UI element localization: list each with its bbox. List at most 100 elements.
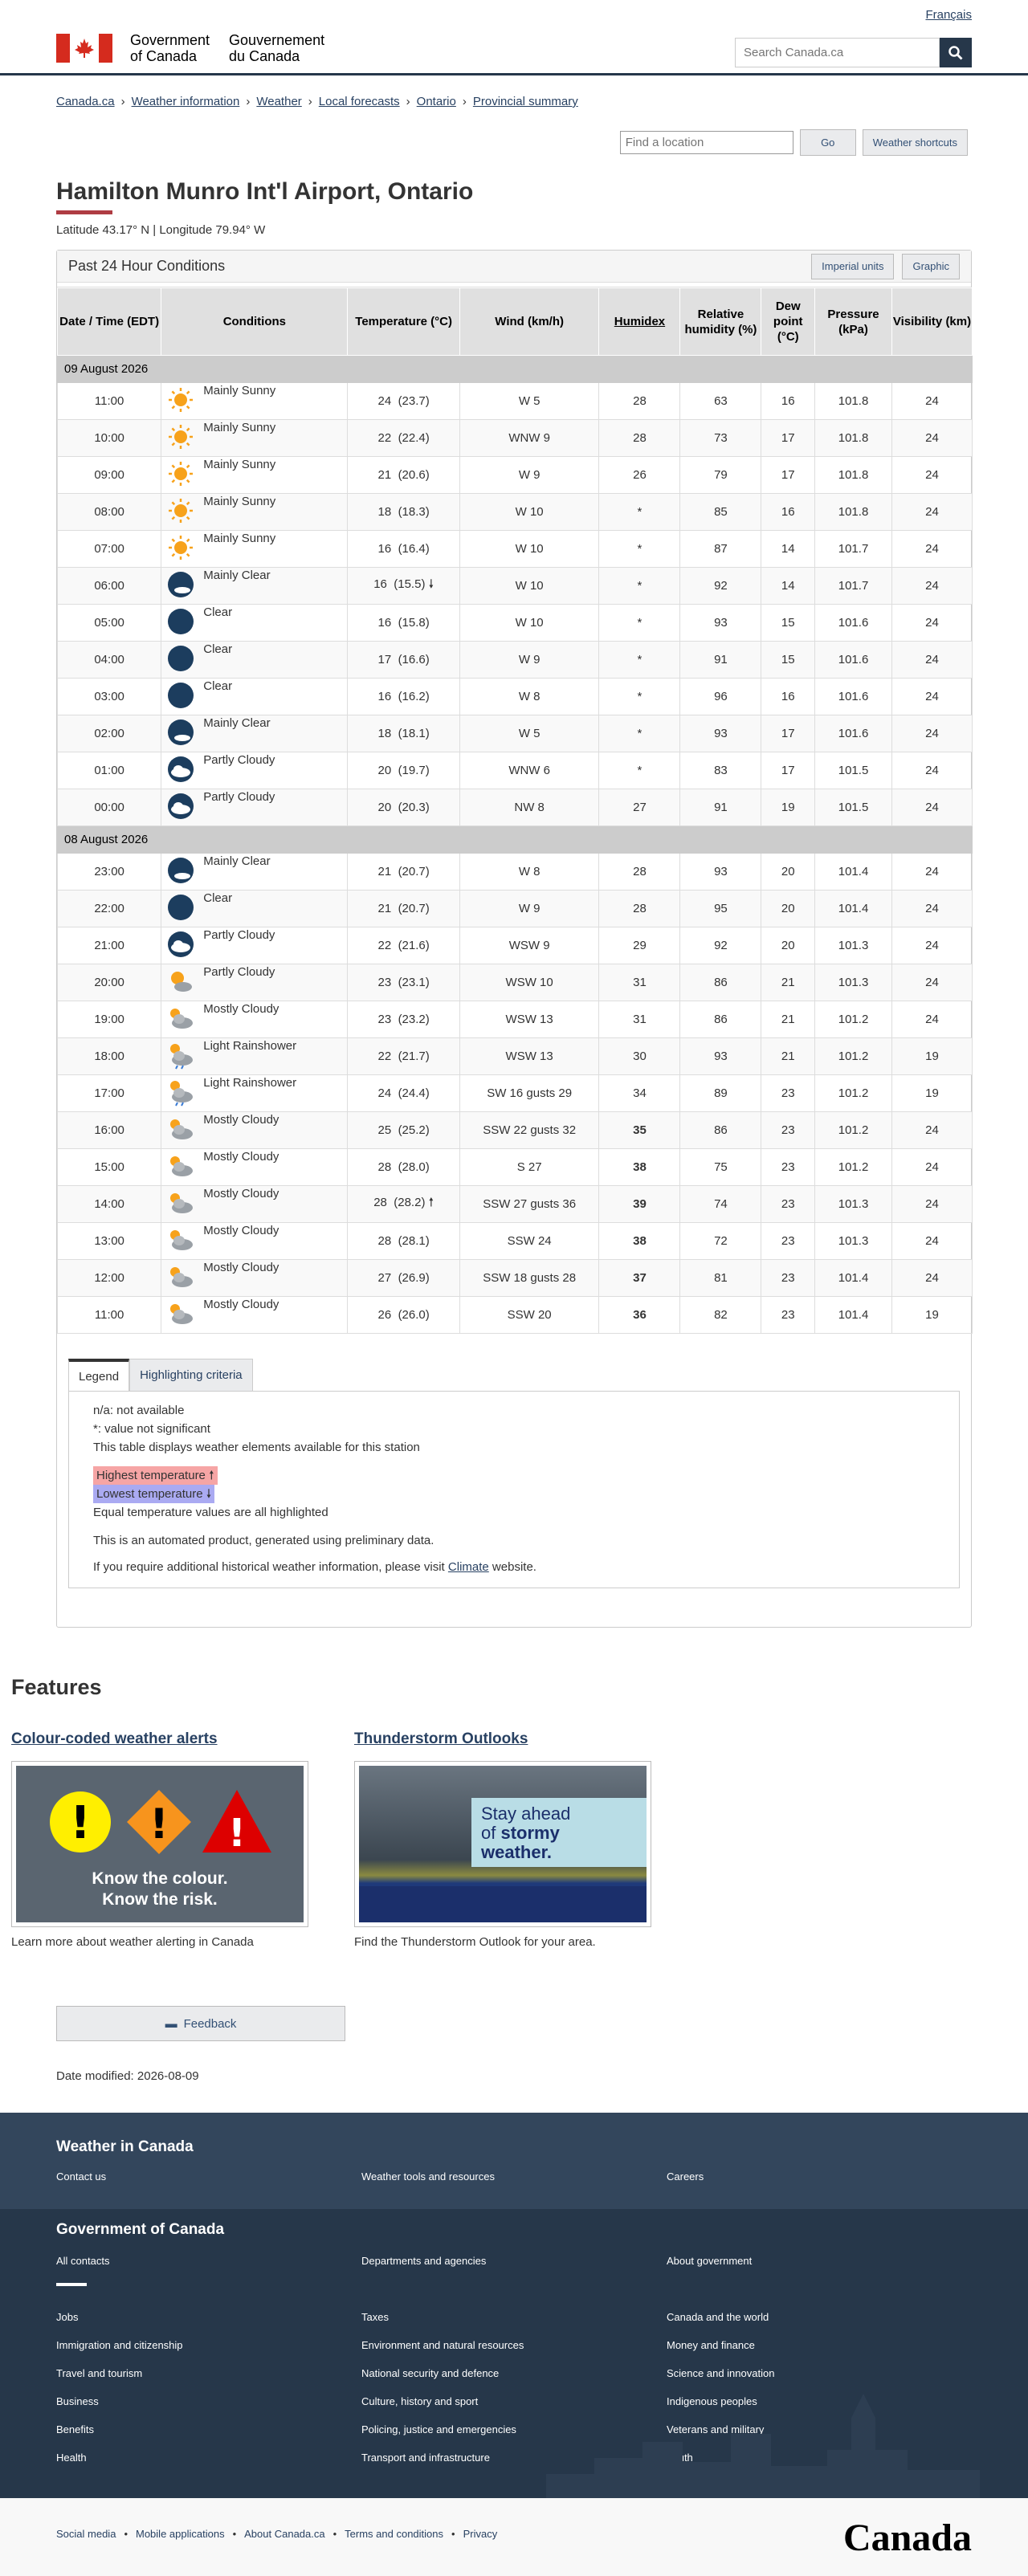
humidity-cell: 74: [679, 1185, 762, 1223]
imperial-units-button[interactable]: Imperial units: [811, 253, 895, 279]
legend-na: n/a: not available: [93, 1404, 185, 1417]
breadcrumb-link[interactable]: Provincial summary: [473, 95, 578, 108]
chevron-right-icon: ›: [406, 95, 410, 108]
legend-section: Legend Highlighting criteria n/a: not av…: [68, 1359, 960, 1588]
column-header[interactable]: Humidex: [598, 287, 681, 356]
footer-sub-link[interactable]: Mobile applications: [136, 2528, 225, 2540]
mostly-cloudy-icon: [166, 1008, 203, 1029]
language-toggle[interactable]: Français: [925, 8, 972, 22]
visibility-cell: 24: [891, 1259, 973, 1297]
footer-sub-link[interactable]: Social media: [56, 2528, 116, 2540]
footer-link[interactable]: Departments and agencies: [361, 2255, 486, 2267]
go-button[interactable]: Go: [799, 129, 856, 156]
footer-link[interactable]: Benefits: [56, 2423, 94, 2435]
search-button[interactable]: [940, 38, 972, 67]
legend-not-significant: *: value not significant: [93, 1422, 210, 1436]
thunderstorm-image[interactable]: Stay ahead of stormy weather.: [354, 1761, 651, 1927]
table-row: 10:00 Mainly Sunny 22 (22.4) WNW 9 28 73 17 101…: [56, 419, 973, 457]
search-input[interactable]: [735, 38, 940, 67]
humidity-cell: 86: [679, 964, 762, 1001]
tab-highlighting-criteria[interactable]: Highlighting criteria: [129, 1359, 253, 1391]
conditions-cell: Clear: [161, 641, 349, 679]
footer-link[interactable]: Travel and tourism: [56, 2367, 142, 2379]
temperature-cell: 20 (19.7): [347, 752, 460, 789]
time-cell: 14:00: [56, 1185, 162, 1223]
feedback-button[interactable]: ▬ Feedback: [56, 2006, 345, 2041]
clear-night-icon: [166, 894, 203, 920]
footer-link[interactable]: All contacts: [56, 2255, 109, 2267]
temperature-cell: 16 (15.5) 🠗: [347, 567, 460, 605]
thunderstorm-outlooks-link[interactable]: Thunderstorm Outlooks: [354, 1730, 528, 1747]
dewpoint-cell: 16: [761, 382, 816, 420]
footer-link[interactable]: National security and defence: [361, 2367, 499, 2379]
weather-alerts-image[interactable]: ! ! ! Know the colour. Know the risk.: [11, 1761, 308, 1927]
footer-link[interactable]: Weather tools and resources: [361, 2170, 495, 2183]
temperature-cell: 28 (28.2) 🠕: [347, 1185, 460, 1223]
breadcrumb-link[interactable]: Weather: [256, 95, 301, 108]
pressure-cell: 101.8: [814, 493, 892, 531]
legend-highest: Highest temperature 🠕: [93, 1466, 218, 1485]
wind-cell: W 9: [459, 456, 600, 494]
conditions-cell: Light Rainshower: [161, 1037, 349, 1075]
dewpoint-cell: 23: [761, 1296, 816, 1334]
footer-link[interactable]: Careers: [667, 2170, 704, 2183]
table-row: 03:00 Clear 16 (16.2) W 8 * 96 16 101.6 24: [56, 678, 973, 715]
date-label: 09 August 2026: [57, 355, 973, 383]
conditions-cell: Mainly Clear: [161, 567, 349, 605]
humidity-cell: 95: [679, 890, 762, 927]
breadcrumb-link[interactable]: Weather information: [132, 95, 240, 108]
footer-link[interactable]: About government: [667, 2255, 752, 2267]
climate-link[interactable]: Climate: [448, 1560, 489, 1574]
pressure-cell: 101.3: [814, 1222, 892, 1260]
footer-link[interactable]: Health: [56, 2452, 87, 2464]
footer-link[interactable]: Culture, history and sport: [361, 2395, 478, 2407]
page-title: Hamilton Munro Int'l Airport, Ontario: [56, 178, 474, 205]
footer-sub-link[interactable]: Terms and conditions: [345, 2528, 443, 2540]
weather-shortcuts-button[interactable]: Weather shortcuts: [862, 129, 968, 156]
footer-sub-link[interactable]: About Canada.ca: [244, 2528, 324, 2540]
table-row: 02:00 Mainly Clear 18 (18.1) W 5 * 93 17 101.6 2…: [56, 715, 973, 752]
wind-cell: WSW 10: [459, 964, 600, 1001]
footer-link[interactable]: Immigration and citizenship: [56, 2339, 183, 2351]
table-row: 08:00 Mainly Sunny 18 (18.3) W 10 * 85 16 101.8…: [56, 493, 973, 531]
footer-link[interactable]: Transport and infrastructure: [361, 2452, 490, 2464]
conditions-cell: Partly Cloudy: [161, 752, 349, 789]
panel-title: Past 24 Hour Conditions: [68, 258, 226, 274]
footer-sub-link[interactable]: Privacy: [463, 2528, 498, 2540]
dewpoint-cell: 20: [761, 890, 816, 927]
footer-link[interactable]: Canada and the world: [667, 2311, 769, 2323]
visibility-cell: 24: [891, 604, 973, 642]
footer-link[interactable]: Taxes: [361, 2311, 389, 2323]
visibility-cell: 24: [891, 456, 973, 494]
find-location-input[interactable]: [619, 131, 793, 154]
breadcrumb-link[interactable]: Ontario: [417, 95, 456, 108]
breadcrumb-link[interactable]: Local forecasts: [319, 95, 400, 108]
humidity-cell: 96: [679, 678, 762, 715]
footer-link[interactable]: Policing, justice and emergencies: [361, 2423, 516, 2435]
svg-text:!: !: [70, 1797, 91, 1849]
tab-legend[interactable]: Legend: [68, 1359, 130, 1391]
visibility-cell: 24: [891, 1222, 973, 1260]
time-cell: 15:00: [56, 1148, 162, 1186]
footer-link[interactable]: Science and innovation: [667, 2367, 774, 2379]
graphic-button[interactable]: Graphic: [902, 253, 960, 279]
sunny-icon: [166, 461, 203, 486]
humidity-cell: 91: [679, 641, 762, 679]
footer-link[interactable]: Contact us: [56, 2170, 106, 2183]
site-search: [735, 38, 972, 67]
breadcrumb-link[interactable]: Canada.ca: [56, 95, 115, 108]
dewpoint-cell: 23: [761, 1222, 816, 1260]
partly-cloudy-night-icon: [166, 931, 203, 957]
footer-link[interactable]: Money and finance: [667, 2339, 755, 2351]
footer-link[interactable]: Business: [56, 2395, 99, 2407]
goc-logo[interactable]: Government of Canada Gouvernement du Canad…: [56, 32, 324, 64]
clear-night-icon: [166, 645, 203, 671]
station-coordinates: Latitude 43.17° N | Longitude 79.94° W: [56, 223, 266, 237]
footer-link[interactable]: Environment and natural resources: [361, 2339, 524, 2351]
footer-weather: Weather in Canada Contact us Weather tool…: [0, 2113, 1028, 2209]
weather-alerts-link[interactable]: Colour-coded weather alerts: [11, 1730, 218, 1747]
pressure-cell: 101.6: [814, 641, 892, 679]
legend-automated: This is an automated product, generated …: [93, 1534, 434, 1547]
conditions-cell: Mostly Cloudy: [161, 1185, 349, 1223]
footer-link[interactable]: Jobs: [56, 2311, 78, 2323]
